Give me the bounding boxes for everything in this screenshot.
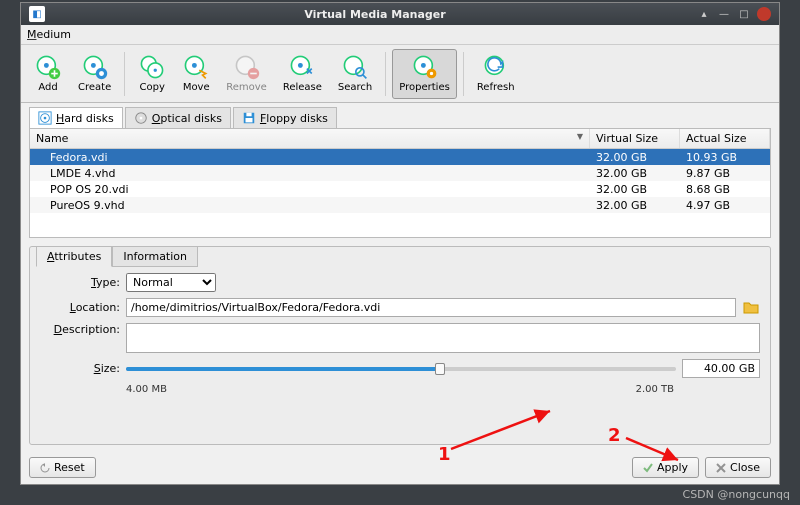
description-input[interactable] (126, 323, 760, 353)
table-row[interactable]: POP OS 20.vdi32.00 GB8.68 GB (30, 181, 770, 197)
col-name[interactable]: Name▼ (30, 129, 590, 148)
cell-asize: 10.93 GB (680, 151, 770, 164)
minimize-icon[interactable]: — (717, 7, 731, 21)
check-icon (643, 463, 653, 473)
release-icon (289, 54, 315, 80)
refresh-icon (483, 54, 509, 80)
search-button[interactable]: Search (331, 49, 379, 99)
table-row[interactable]: Fedora.vdi32.00 GB10.93 GB (30, 149, 770, 165)
table-header: Name▼ Virtual Size Actual Size (30, 129, 770, 149)
properties-panel: Attributes Information Type: Normal Loca… (29, 246, 771, 445)
move-icon (183, 54, 209, 80)
size-label: Size: (40, 362, 120, 375)
apply-button[interactable]: Apply (632, 457, 699, 478)
maximize-icon[interactable]: □ (737, 7, 751, 21)
tab-floppy-disks[interactable]: Floppy disks (233, 107, 337, 128)
move-button[interactable]: Move (175, 49, 217, 99)
separator (463, 52, 464, 96)
window-controls: ▴ — □ (697, 7, 771, 21)
separator (385, 52, 386, 96)
cell-name: POP OS 20.vdi (30, 183, 590, 196)
create-icon (82, 54, 108, 80)
col-virtual-size[interactable]: Virtual Size (590, 129, 680, 148)
copy-icon (139, 54, 165, 80)
size-input[interactable] (682, 359, 760, 378)
menubar: Medium (21, 25, 779, 45)
menu-icon[interactable]: ▴ (697, 7, 711, 21)
tab-information[interactable]: Information (112, 246, 198, 267)
release-button[interactable]: Release (276, 49, 329, 99)
floppy-disk-icon (242, 111, 256, 125)
reset-button[interactable]: Reset (29, 457, 96, 478)
x-icon (716, 463, 726, 473)
content: Hard disks Optical disks Floppy disks Na… (21, 103, 779, 451)
cell-name: PureOS 9.vhd (30, 199, 590, 212)
size-slider[interactable] (126, 361, 676, 377)
app-icon: ◧ (29, 6, 45, 22)
create-button[interactable]: Create (71, 49, 118, 99)
folder-icon[interactable] (742, 299, 760, 317)
add-button[interactable]: Add (27, 49, 69, 99)
table-row[interactable]: PureOS 9.vhd32.00 GB4.97 GB (30, 197, 770, 213)
window-title: Virtual Media Manager (53, 8, 697, 21)
search-icon (342, 54, 368, 80)
properties-tabs: Attributes Information (30, 246, 770, 267)
remove-icon (234, 54, 260, 80)
scale-max: 2.00 TB (636, 384, 674, 395)
tab-optical-disks[interactable]: Optical disks (125, 107, 231, 128)
cell-vsize: 32.00 GB (590, 167, 680, 180)
toolbar: Add Create Copy Move Remove Release Sear… (21, 45, 779, 103)
table-body: Fedora.vdi32.00 GB10.93 GBLMDE 4.vhd32.0… (30, 149, 770, 237)
copy-button[interactable]: Copy (131, 49, 173, 99)
optical-disk-icon (134, 111, 148, 125)
add-icon (35, 54, 61, 80)
refresh-button[interactable]: Refresh (470, 49, 522, 99)
footer: Reset Apply Close (21, 451, 779, 484)
window: ◧ Virtual Media Manager ▴ — □ Medium Add… (20, 2, 780, 485)
menu-medium[interactable]: Medium (27, 28, 71, 41)
cell-name: Fedora.vdi (30, 151, 590, 164)
cell-name: LMDE 4.vhd (30, 167, 590, 180)
tab-attributes[interactable]: Attributes (36, 246, 112, 267)
cell-asize: 8.68 GB (680, 183, 770, 196)
size-scale: 4.00 MB 2.00 TB (40, 384, 760, 395)
description-label: Description: (40, 323, 120, 336)
remove-button: Remove (219, 49, 274, 99)
sort-icon: ▼ (577, 132, 583, 141)
tab-hard-disks[interactable]: Hard disks (29, 107, 123, 128)
properties-icon (412, 54, 438, 80)
attributes-form: Type: Normal Location: Description: Size… (30, 267, 770, 444)
watermark: CSDN @nongcunqq (683, 488, 790, 501)
cell-vsize: 32.00 GB (590, 183, 680, 196)
reset-icon (40, 463, 50, 473)
table-row[interactable]: LMDE 4.vhd32.00 GB9.87 GB (30, 165, 770, 181)
location-label: Location: (40, 301, 120, 314)
hard-disk-icon (38, 111, 52, 125)
close-icon[interactable] (757, 7, 771, 21)
type-select[interactable]: Normal (126, 273, 216, 292)
media-tabs: Hard disks Optical disks Floppy disks (29, 107, 771, 128)
cell-vsize: 32.00 GB (590, 199, 680, 212)
location-input[interactable] (126, 298, 736, 317)
separator (124, 52, 125, 96)
titlebar: ◧ Virtual Media Manager ▴ — □ (21, 3, 779, 25)
close-button[interactable]: Close (705, 457, 771, 478)
properties-button[interactable]: Properties (392, 49, 457, 99)
col-actual-size[interactable]: Actual Size (680, 129, 770, 148)
scale-min: 4.00 MB (126, 384, 167, 395)
cell-asize: 9.87 GB (680, 167, 770, 180)
type-label: Type: (40, 276, 120, 289)
disk-table: Name▼ Virtual Size Actual Size Fedora.vd… (29, 128, 771, 238)
cell-vsize: 32.00 GB (590, 151, 680, 164)
cell-asize: 4.97 GB (680, 199, 770, 212)
slider-thumb[interactable] (435, 363, 445, 375)
